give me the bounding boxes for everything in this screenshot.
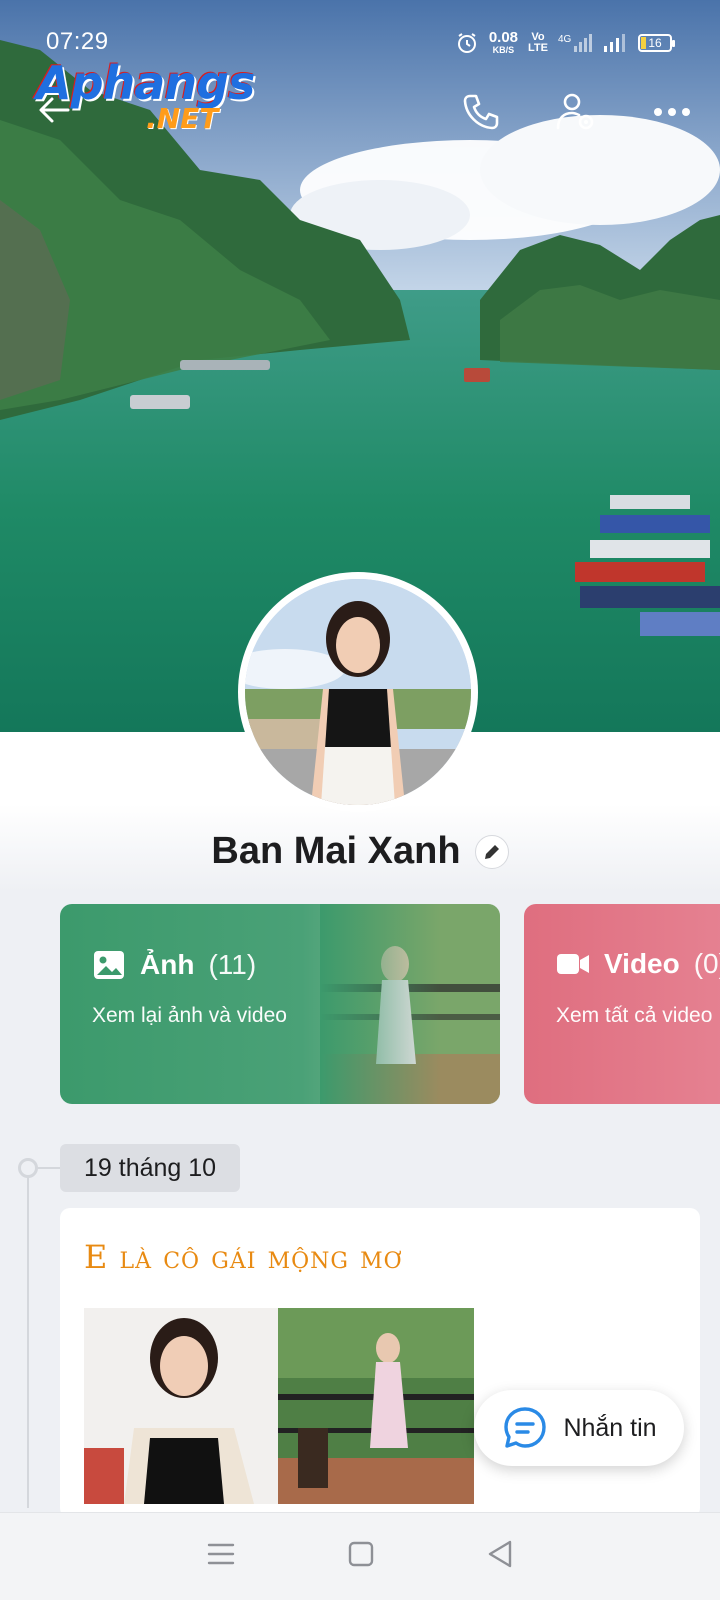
profile-name: Ban Mai Xanh <box>211 830 461 872</box>
chat-bubble-icon <box>504 1407 547 1448</box>
user-gear-icon <box>556 93 594 130</box>
system-back-button[interactable] <box>486 1539 514 1574</box>
timeline-post[interactable]: E là cô gái mộng mơ <box>60 1208 700 1518</box>
message-button[interactable]: Nhắn tin <box>474 1390 684 1466</box>
profile-name-row: Ban Mai Xanh <box>0 830 720 873</box>
photos-card[interactable]: Ảnh (11) Xem lại ảnh và video <box>60 904 500 1104</box>
image-icon <box>94 951 124 979</box>
network-speed: 0.08 KB/S <box>488 29 519 55</box>
timeline-line <box>27 1168 29 1508</box>
square-home-icon <box>348 1541 374 1567</box>
videos-card-title: Video (0) <box>556 948 720 980</box>
videos-card[interactable]: Video (0) Xem tất cả video <box>524 904 720 1104</box>
home-button[interactable] <box>347 1540 375 1573</box>
more-dots-icon <box>654 108 690 116</box>
timeline-date: 19 tháng 10 <box>60 1144 241 1192</box>
volte-indicator: Vo LTE <box>528 30 548 54</box>
avatar[interactable] <box>238 572 478 812</box>
videos-card-subtitle: Xem tất cả video <box>556 1004 713 1027</box>
post-title: E là cô gái mộng mơ <box>84 1238 403 1276</box>
arrow-left-icon <box>39 97 70 123</box>
avatar-photo <box>245 579 471 805</box>
status-bar: 07:29 0.08 KB/S Vo LTE 4G 16 <box>0 0 720 64</box>
alarm-icon <box>457 32 476 53</box>
phone-icon <box>463 94 499 130</box>
recent-apps-button[interactable] <box>206 1541 236 1572</box>
profile-settings-button[interactable] <box>548 84 604 140</box>
signal-sim1-icon: 4G <box>558 33 592 52</box>
menu-lines-icon <box>207 1543 234 1565</box>
status-indicators: 0.08 KB/S Vo LTE 4G 16 <box>455 29 675 55</box>
system-navigation-bar <box>0 1512 720 1600</box>
call-button[interactable] <box>452 84 508 140</box>
triangle-back-icon <box>489 1540 512 1568</box>
timeline-connector <box>36 1167 60 1169</box>
back-button[interactable] <box>26 82 82 138</box>
post-image-1[interactable] <box>84 1308 280 1504</box>
message-button-label: Nhắn tin <box>563 1413 657 1442</box>
status-time: 07:29 <box>46 28 109 55</box>
pencil-icon <box>484 844 499 859</box>
edit-name-button[interactable] <box>474 834 509 869</box>
photos-card-title: Ảnh (11) <box>92 948 256 982</box>
battery-indicator: 16 <box>638 33 675 52</box>
svg-text:4G: 4G <box>558 34 572 45</box>
timeline-dot <box>18 1158 38 1178</box>
signal-sim2-icon <box>604 33 625 52</box>
post-image-2[interactable] <box>278 1308 474 1504</box>
photos-card-subtitle: Xem lại ảnh và video <box>92 1004 287 1027</box>
more-options-button[interactable] <box>644 84 700 140</box>
video-camera-icon <box>557 954 589 974</box>
